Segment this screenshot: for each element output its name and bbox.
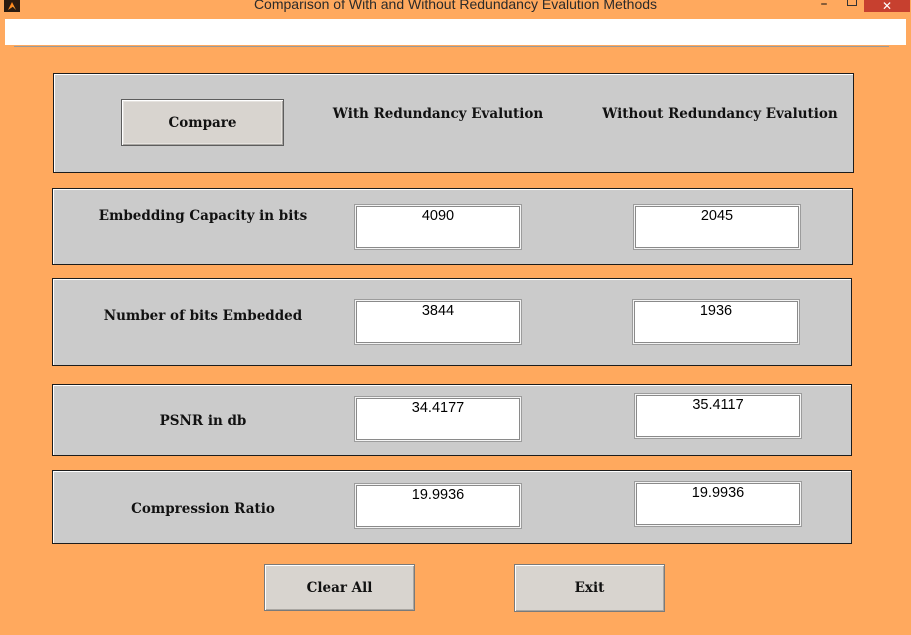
window-bottom-edge — [0, 631, 911, 635]
compression-ratio-panel: Compression Ratio 19.9936 19.9936 — [52, 470, 852, 544]
compression-ratio-without-value: 19.9936 — [636, 483, 800, 525]
maximize-button[interactable] — [844, 0, 858, 12]
bits-embedded-with-value: 3844 — [356, 301, 520, 343]
without-redundancy-header: Without Redundancy Evalution — [602, 106, 838, 122]
value-text: 34.4177 — [411, 400, 465, 416]
value-text: 2045 — [700, 208, 734, 224]
with-redundancy-header: With Redundancy Evalution — [332, 106, 544, 122]
bits-embedded-panel: Number of bits Embedded 3844 1936 — [52, 278, 852, 366]
embedding-capacity-panel: Embedding Capacity in bits 4090 2045 — [52, 188, 853, 265]
compare-button[interactable]: Compare — [121, 99, 284, 146]
psnr-panel: PSNR in db 34.4177 35.4117 — [52, 384, 852, 456]
value-text: 3844 — [421, 303, 455, 319]
minimize-button[interactable]: – — [816, 0, 832, 12]
embedding-capacity-label: Embedding Capacity in bits — [98, 208, 308, 224]
value-text: 1936 — [699, 303, 733, 319]
embedding-capacity-with-value: 4090 — [356, 206, 520, 248]
exit-button[interactable]: Exit — [514, 564, 665, 612]
compression-ratio-label: Compression Ratio — [131, 501, 275, 517]
psnr-label: PSNR in db — [159, 413, 247, 429]
window-title: Comparison of With and Without Redundanc… — [253, 0, 658, 12]
title-bar: Comparison of With and Without Redundanc… — [0, 0, 911, 14]
compression-ratio-with-value: 19.9936 — [356, 485, 520, 527]
value-text: 19.9936 — [691, 485, 745, 501]
header-panel: Compare With Redundancy Evalution Withou… — [53, 73, 854, 173]
psnr-without-value: 35.4117 — [636, 395, 800, 437]
embedding-capacity-without-value: 2045 — [635, 206, 799, 248]
value-text: 35.4117 — [692, 397, 744, 413]
menu-area — [5, 19, 906, 45]
bits-embedded-without-value: 1936 — [634, 301, 798, 343]
bits-embedded-label: Number of bits Embedded — [103, 308, 303, 324]
figure-canvas: Compare With Redundancy Evalution Withou… — [14, 46, 889, 631]
clear-all-button[interactable]: Clear All — [264, 564, 415, 611]
psnr-with-value: 34.4177 — [356, 398, 520, 440]
value-text: 19.9936 — [411, 487, 465, 503]
value-text: 4090 — [421, 208, 455, 224]
close-button[interactable]: ✕ — [864, 0, 910, 12]
